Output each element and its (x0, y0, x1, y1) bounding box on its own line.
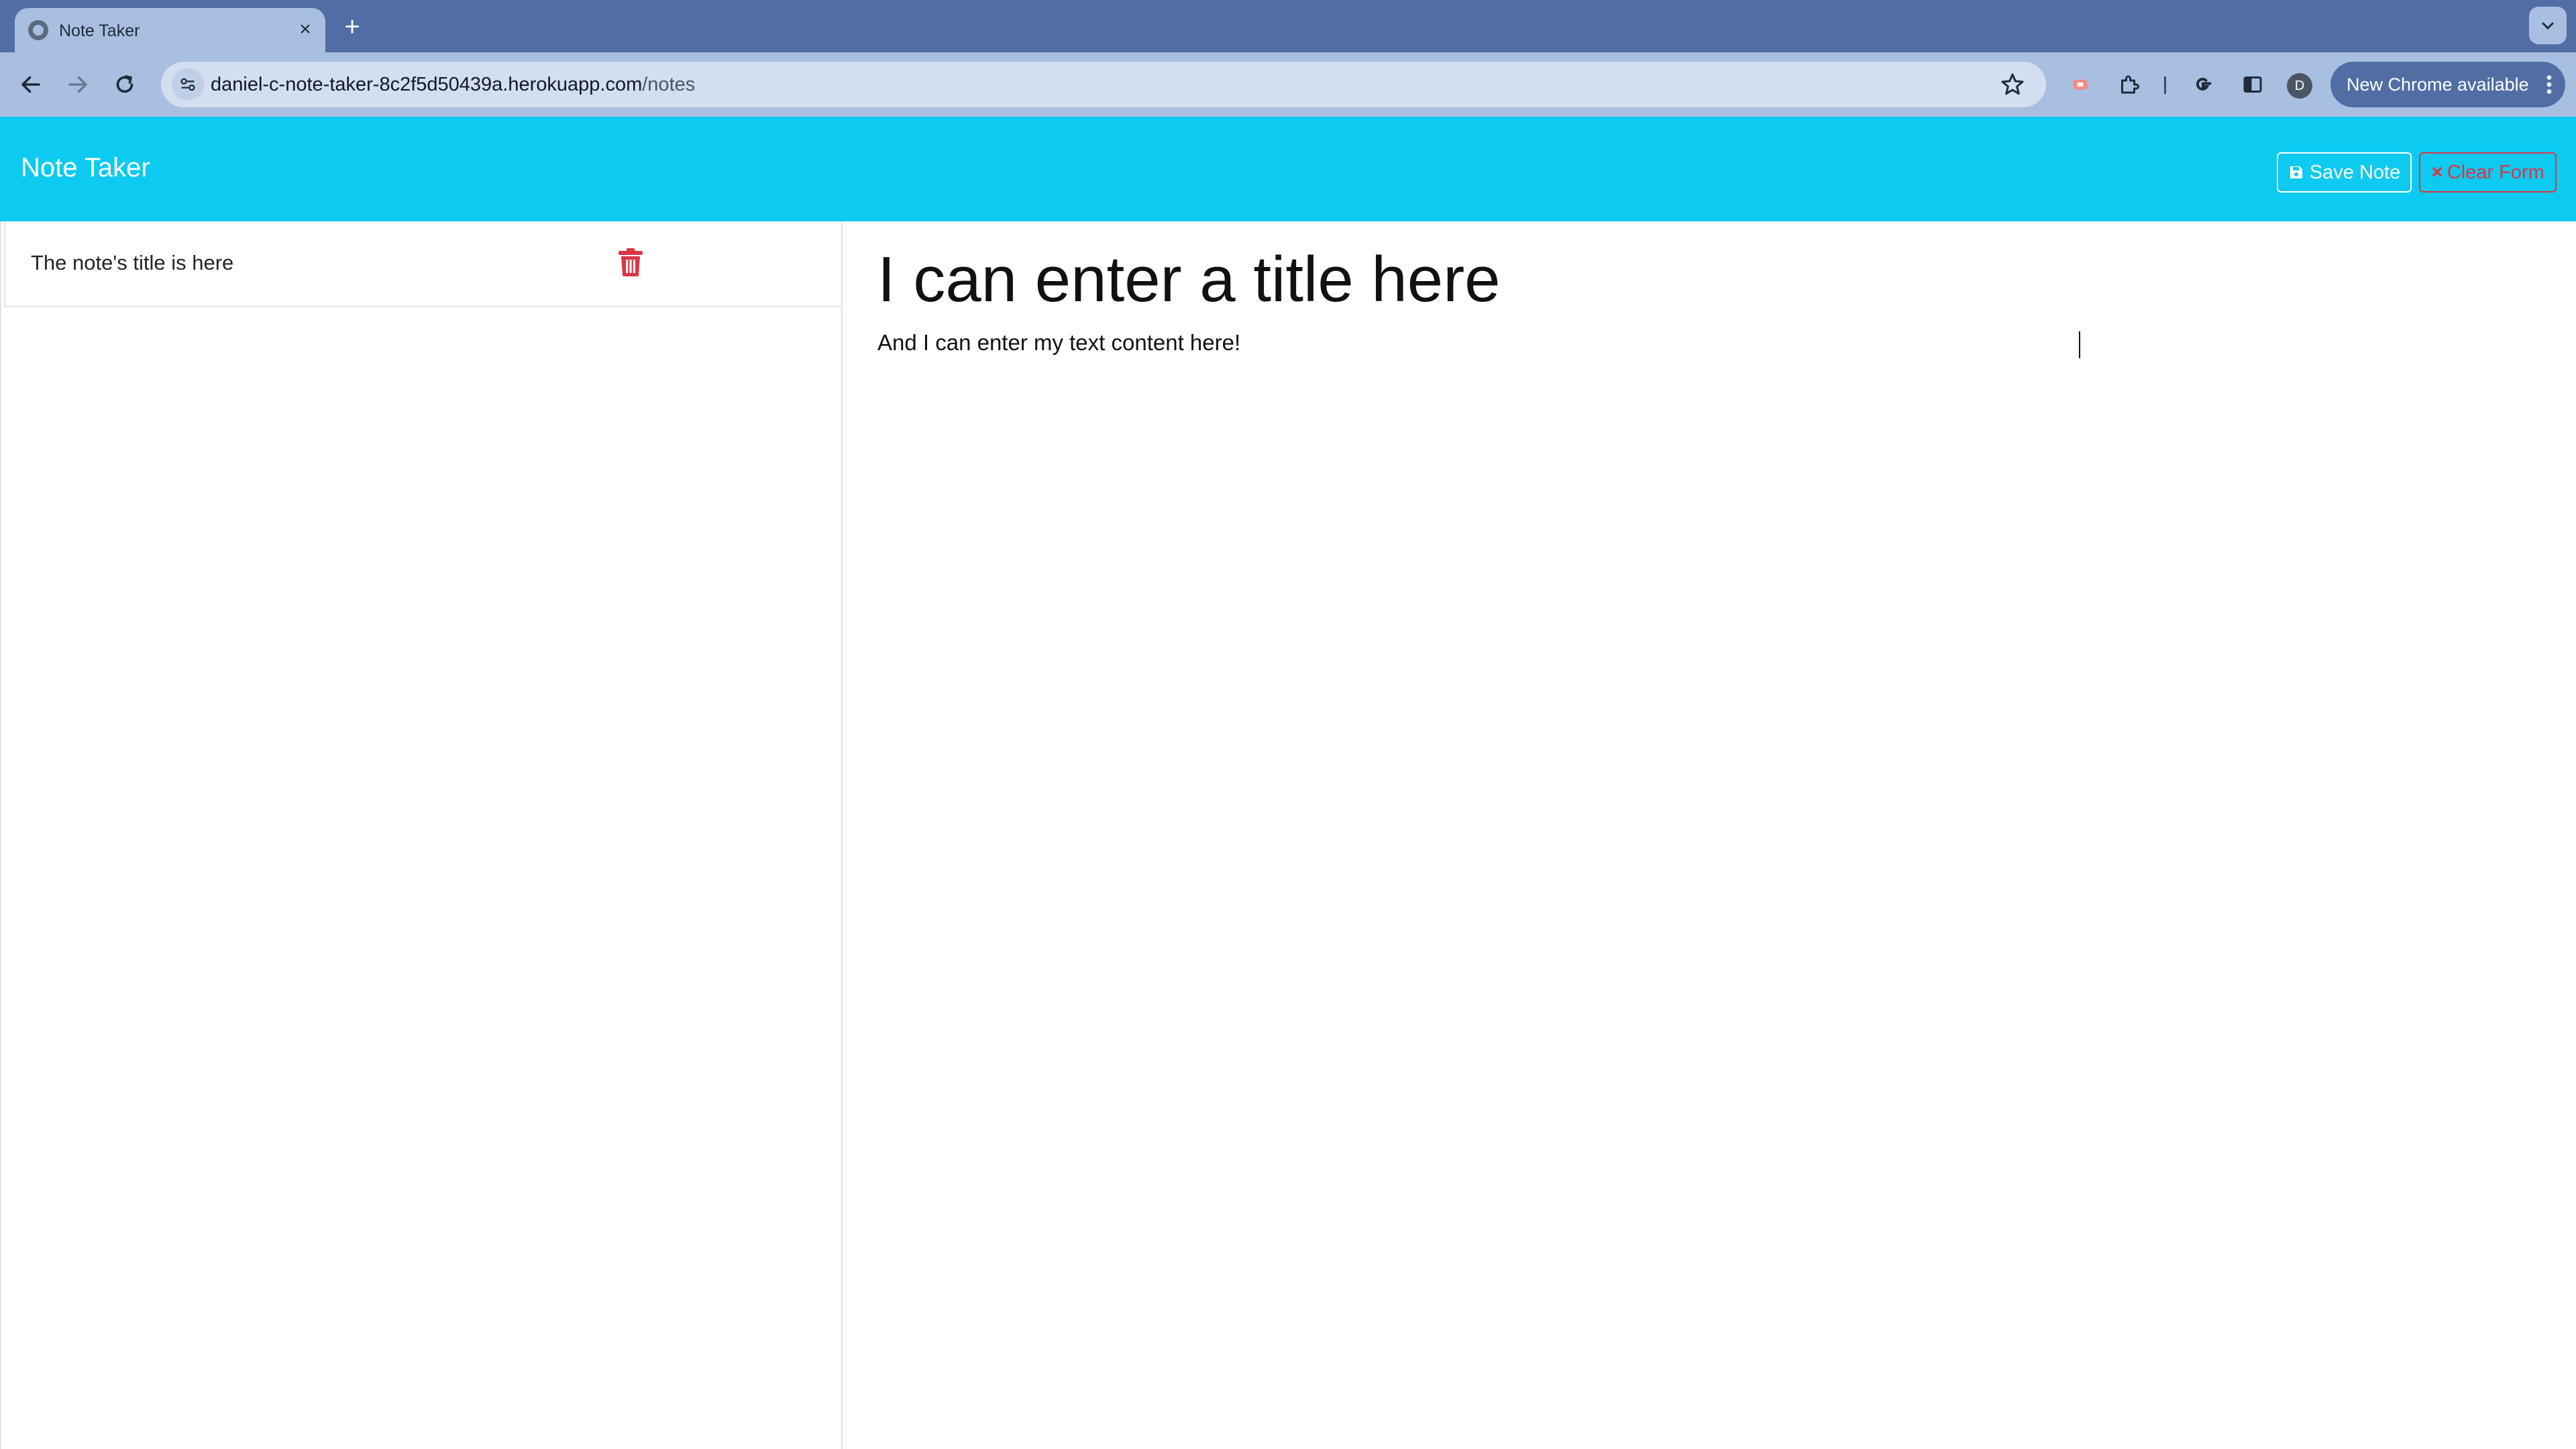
reload-button[interactable] (107, 67, 142, 102)
google-button[interactable] (2186, 67, 2220, 102)
back-arrow-icon (21, 76, 40, 93)
globe-icon (28, 20, 48, 40)
back-button[interactable] (13, 67, 48, 102)
update-label: New Chrome available (2347, 74, 2529, 95)
site-info-button[interactable] (172, 68, 204, 101)
url-host: daniel-c-note-taker-8c2f5d50439a.herokua… (211, 74, 643, 95)
google-icon (2196, 78, 2212, 91)
browser-toolbar: daniel-c-note-taker-8c2f5d50439a.herokua… (0, 52, 2576, 117)
text-cursor (2079, 331, 2080, 358)
trash-icon[interactable] (619, 248, 643, 276)
tab-search-button[interactable] (2529, 7, 2567, 44)
app-navbar: Note Taker Save Note × Clear Form (0, 117, 2576, 221)
extensions-button[interactable] (2112, 67, 2147, 102)
browser-tab-strip: Note Taker × + (0, 0, 2576, 52)
forward-arrow-icon (68, 76, 87, 93)
new-chrome-available-button[interactable]: New Chrome available (2330, 62, 2565, 107)
floppy-disk-icon (2290, 166, 2302, 178)
note-editor: And I can enter my text content here! (843, 221, 2576, 1449)
url-text: daniel-c-note-taker-8c2f5d50439a.herokua… (211, 74, 695, 96)
puzzle-extensions-icon (2121, 75, 2139, 94)
forward-button[interactable] (60, 67, 95, 102)
bookmark-star-icon[interactable] (1999, 71, 2026, 98)
clear-form-label: Clear Form (2447, 161, 2544, 183)
clear-form-button[interactable]: × Clear Form (2419, 152, 2557, 193)
save-note-label: Save Note (2309, 161, 2401, 183)
notes-sidebar: The note's title is here (0, 221, 843, 1449)
extension-badge-button[interactable] (2063, 67, 2098, 102)
browser-tab[interactable]: Note Taker × (15, 8, 325, 52)
site-info-icon (180, 78, 195, 91)
url-path: /notes (642, 74, 696, 95)
note-text-area[interactable]: And I can enter my text content here! (877, 327, 2487, 730)
close-x-icon: × (2431, 161, 2443, 183)
tab-title: Note Taker (59, 21, 140, 40)
close-tab-icon[interactable]: × (293, 17, 317, 42)
extension-badge-icon (2073, 79, 2088, 90)
chevron-down-icon (2542, 22, 2554, 30)
profile-avatar[interactable]: D (2287, 73, 2312, 99)
app-brand[interactable]: Note Taker (21, 153, 150, 183)
toolbar-separator (2164, 76, 2166, 94)
side-panel-button[interactable] (2235, 67, 2270, 102)
note-list-item[interactable]: The note's title is here (4, 221, 841, 307)
save-note-button[interactable]: Save Note (2277, 152, 2412, 193)
address-bar[interactable]: daniel-c-note-taker-8c2f5d50439a.herokua… (161, 62, 2046, 107)
note-list-title[interactable]: The note's title is here (31, 251, 233, 275)
reload-icon (116, 75, 133, 93)
note-title-input[interactable] (877, 236, 2487, 323)
more-menu-icon[interactable] (2542, 72, 2556, 97)
side-panel-icon (2243, 76, 2262, 93)
new-tab-button[interactable]: + (339, 13, 366, 40)
